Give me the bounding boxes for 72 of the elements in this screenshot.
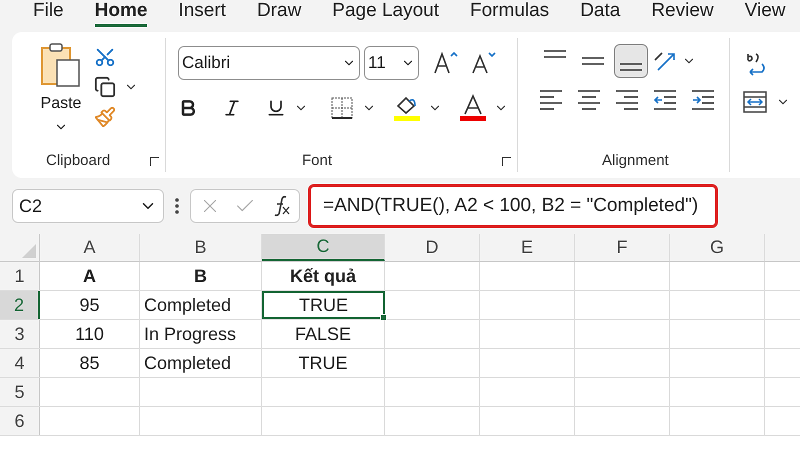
align-lines-icon — [618, 63, 644, 71]
row-header[interactable]: 6 — [0, 407, 40, 435]
table-cell[interactable]: Completed — [140, 291, 262, 319]
ribbon-tab[interactable]: Review — [651, 0, 714, 27]
cut-icon[interactable] — [94, 46, 116, 68]
row-header[interactable]: 2 — [0, 291, 40, 319]
clipboard-icon — [40, 42, 82, 88]
ribbon-tab[interactable]: Data — [580, 0, 620, 27]
table-cell[interactable]: FALSE — [262, 320, 385, 348]
increase-indent-icon — [690, 90, 716, 110]
ribbon-tab[interactable]: Formulas — [470, 0, 550, 27]
cell-text: A — [83, 264, 96, 288]
font-name-dropdown[interactable]: Calibri — [178, 46, 360, 80]
cell-text: B — [194, 264, 207, 288]
ribbon-tab[interactable]: Insert — [178, 0, 226, 27]
table-cell[interactable]: 85 — [40, 349, 140, 377]
table-cell[interactable]: TRUE — [262, 349, 385, 377]
formula-input[interactable]: =AND(TRUE(), A2 < 100, B2 = "Completed") — [308, 184, 718, 228]
more-icon[interactable] — [174, 196, 180, 216]
paste-button[interactable]: Paste — [40, 42, 82, 150]
group-label: Clipboard — [46, 150, 110, 171]
cell-text: 95 — [79, 294, 100, 316]
decrease-indent-icon — [652, 90, 678, 110]
ribbon-tab[interactable]: Page Layout — [332, 0, 439, 27]
row-header[interactable]: 3 — [0, 320, 40, 348]
cell-text: TRUE — [299, 294, 348, 316]
underline-icon[interactable] — [266, 98, 286, 118]
align-lines-icon — [538, 90, 564, 110]
font-size-dropdown[interactable]: 11 — [364, 46, 419, 80]
copy-icon[interactable] — [94, 76, 116, 98]
ribbon-tab[interactable]: File — [33, 0, 64, 27]
cell-text: Kết quả — [290, 264, 356, 288]
row-header[interactable]: 5 — [0, 378, 40, 406]
table-cell[interactable]: 95 — [40, 291, 140, 319]
table-cell[interactable]: TRUE — [262, 291, 385, 319]
align-lines-icon — [542, 50, 568, 58]
ribbon-tab[interactable]: View — [744, 0, 786, 27]
font-color-icon[interactable] — [460, 94, 486, 122]
align-lines-icon — [576, 90, 602, 110]
dialog-launcher-icon[interactable] — [502, 156, 511, 166]
name-box[interactable]: C2 — [12, 189, 164, 223]
borders-icon[interactable] — [330, 96, 354, 120]
cell-text: In Progress — [144, 322, 236, 346]
align-lines-icon — [614, 90, 640, 110]
cell-text: 110 — [75, 322, 104, 346]
table-cell[interactable]: B — [140, 262, 262, 290]
table-cell[interactable]: 110 — [40, 320, 140, 348]
cell-text: FALSE — [294, 322, 352, 346]
row-header[interactable]: 1 — [0, 262, 40, 290]
merge-center-icon[interactable] — [742, 90, 768, 114]
cell-text: Completed — [144, 294, 232, 317]
cell-text: 85 — [79, 352, 100, 374]
fill-handle[interactable] — [380, 314, 387, 321]
fill-color-icon[interactable] — [394, 94, 420, 122]
table-cell[interactable]: In Progress — [140, 320, 262, 348]
table-cell[interactable]: Completed — [140, 349, 262, 377]
decrease-font-size-icon[interactable] — [471, 50, 497, 76]
group-label: Alignment — [602, 150, 669, 171]
table-cell[interactable]: A — [40, 262, 140, 290]
dialog-launcher-icon[interactable] — [150, 156, 159, 166]
format-painter-icon[interactable] — [94, 106, 116, 128]
vertical-align-button[interactable] — [614, 44, 648, 78]
ribbon-tab[interactable]: Draw — [256, 0, 302, 27]
align-lines-icon — [580, 57, 606, 65]
cell-text: Completed — [144, 352, 232, 375]
row-header[interactable]: 4 — [0, 349, 40, 377]
group-label: Font — [302, 150, 332, 171]
cell-text: TRUE — [298, 352, 348, 374]
table-cell[interactable]: Kết quả — [262, 262, 385, 290]
column-header[interactable]: C — [262, 234, 385, 261]
ribbon-tab[interactable]: Home — [94, 0, 148, 27]
increase-font-size-icon[interactable] — [433, 50, 459, 76]
